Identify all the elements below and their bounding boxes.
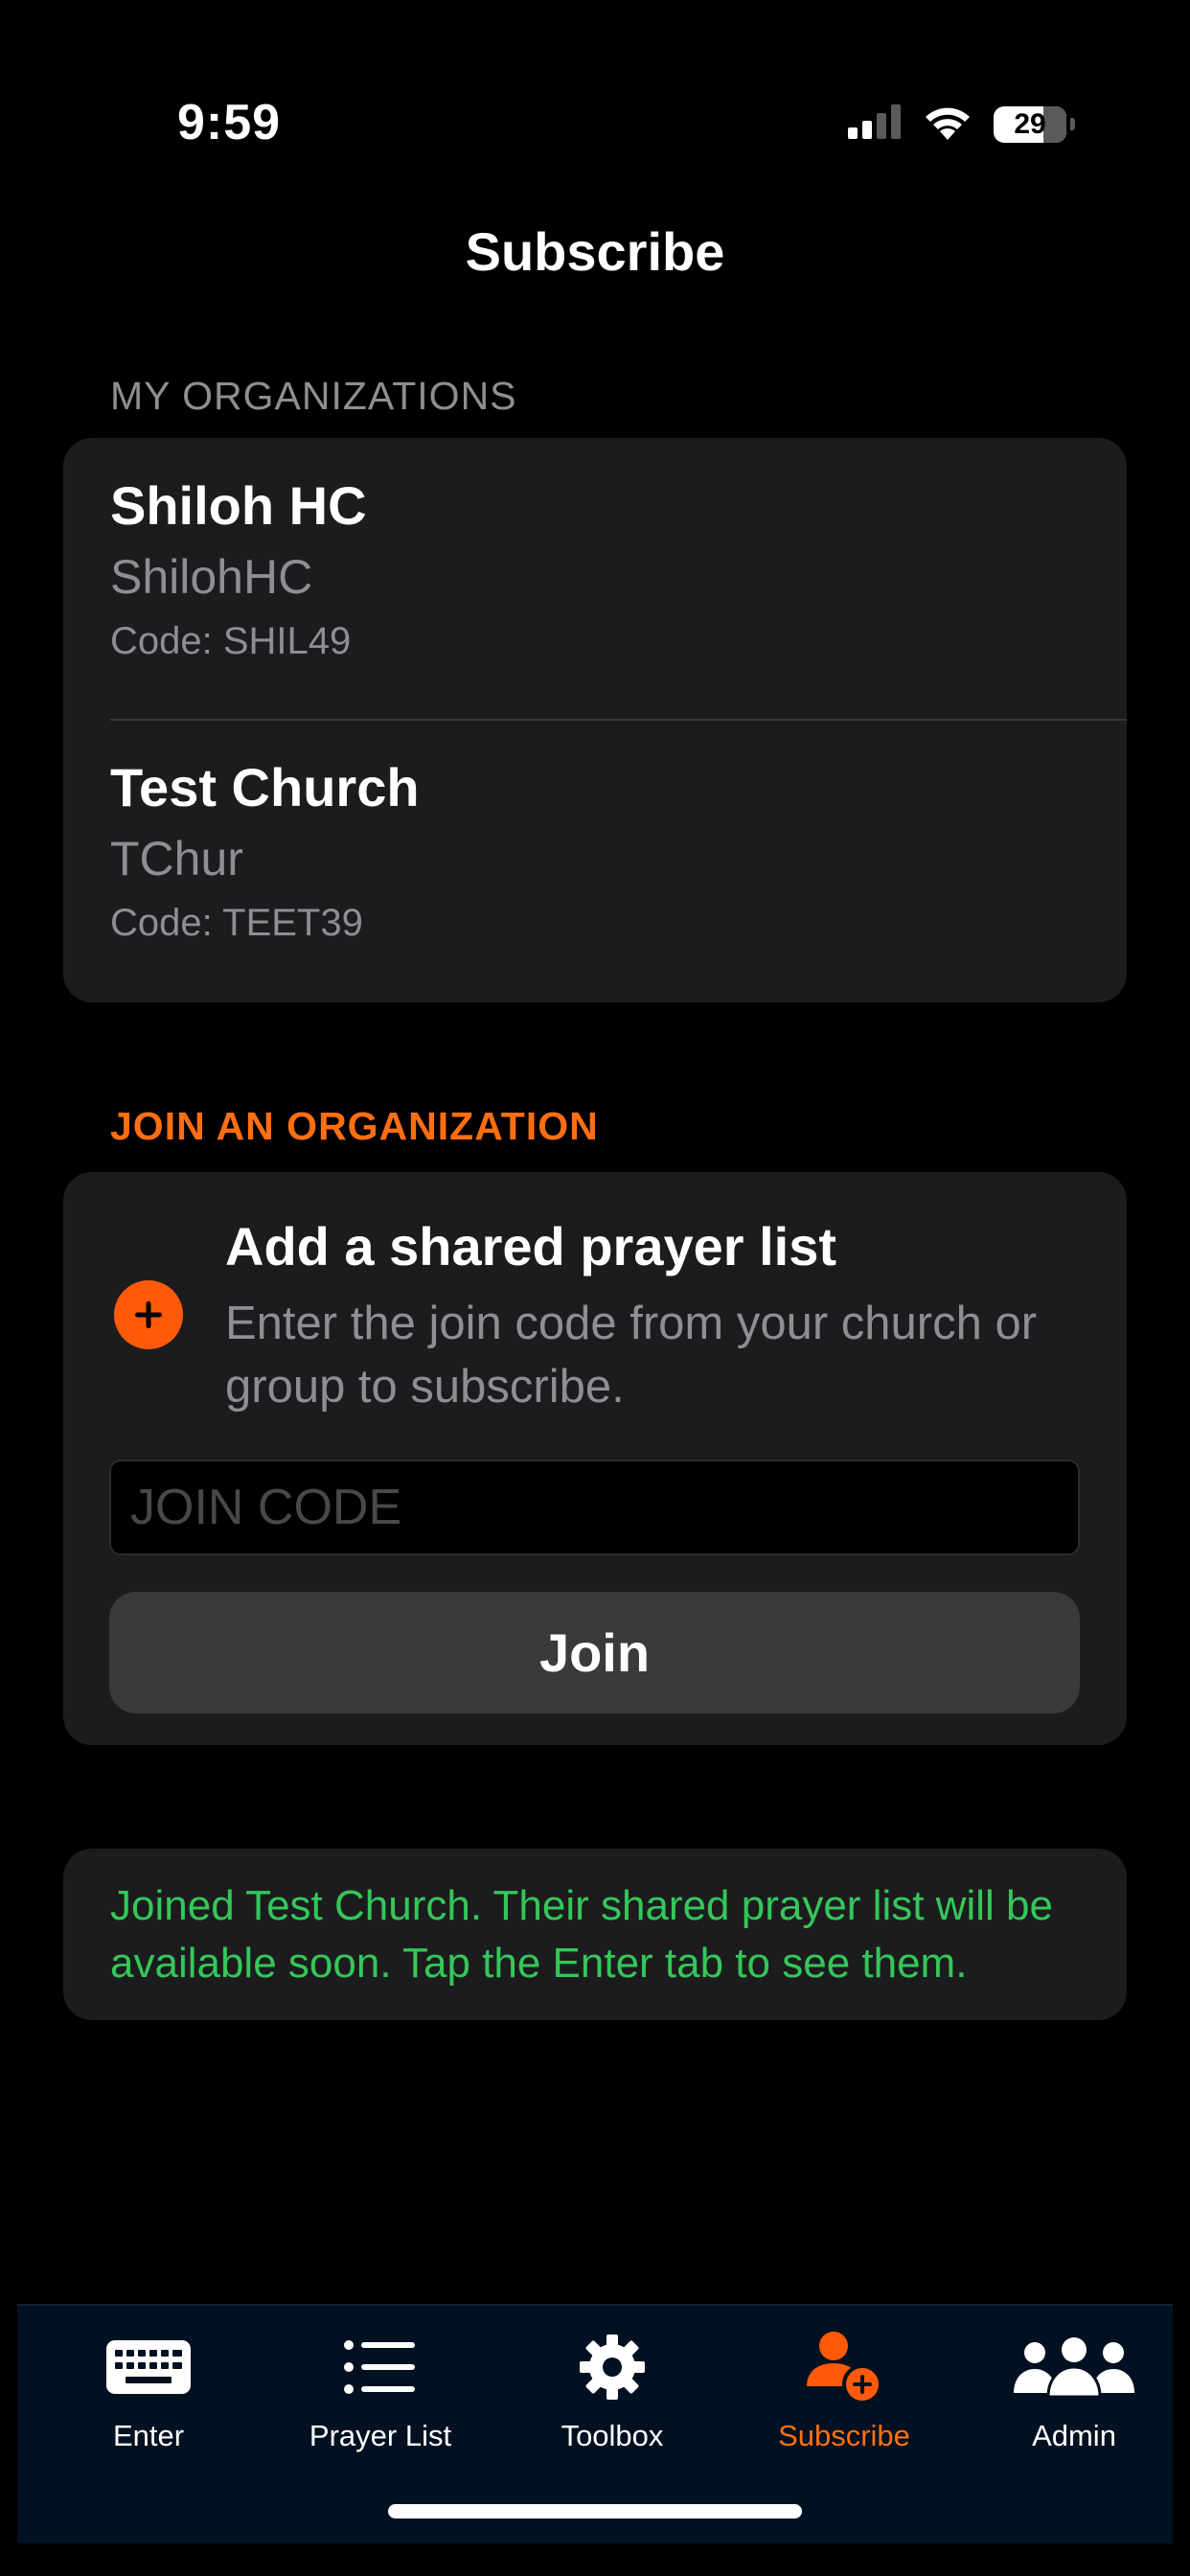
status-message: Joined Test Church. Their shared prayer …: [110, 1882, 1053, 1987]
join-title: Add a shared prayer list: [225, 1216, 837, 1276]
page-title: Subscribe: [465, 221, 725, 282]
keyboard-icon: [106, 2329, 191, 2405]
divider: [110, 719, 1127, 721]
status-message-card: Joined Test Church. Their shared prayer …: [63, 1849, 1127, 2020]
tab-prayer-list[interactable]: Prayer List: [265, 2306, 495, 2469]
tab-admin[interactable]: Admin: [959, 2306, 1189, 2469]
organization-code: Code: SHIL49: [110, 620, 352, 662]
organization-name: Shiloh HC: [110, 475, 367, 536]
join-organization-card: Add a shared prayer list Enter the join …: [63, 1172, 1127, 1745]
gear-icon: [578, 2329, 647, 2405]
tab-enter[interactable]: Enter: [34, 2306, 263, 2469]
person-add-icon: [805, 2329, 883, 2405]
people-icon: [1012, 2329, 1136, 2405]
cellular-signal-icon: [848, 104, 902, 144]
organization-row[interactable]: Shiloh HC ShilohHC Code: SHIL49: [110, 474, 1127, 663]
tab-label: Toolbox: [561, 2419, 664, 2452]
organization-short-name: TChur: [110, 832, 243, 886]
organization-code: Code: TEET39: [110, 902, 363, 944]
plus-circle-icon: [114, 1280, 183, 1349]
organization-row[interactable]: Test Church TChur Code: TEET39: [110, 756, 1127, 945]
status-icons: 29: [848, 104, 1075, 145]
wifi-icon: [923, 104, 973, 145]
status-time: 9:59: [177, 95, 282, 150]
join-code-input[interactable]: [109, 1460, 1080, 1555]
list-icon: [344, 2329, 417, 2405]
my-organizations-header: MY ORGANIZATIONS: [110, 374, 517, 418]
battery-icon: 29: [994, 105, 1066, 143]
organization-short-name: ShilohHC: [110, 550, 313, 604]
tab-label: Prayer List: [309, 2419, 452, 2452]
tab-label: Subscribe: [778, 2419, 910, 2452]
tab-subscribe[interactable]: Subscribe: [729, 2306, 959, 2469]
join-button[interactable]: Join: [109, 1592, 1080, 1714]
tab-label: Enter: [112, 2419, 185, 2452]
home-indicator[interactable]: [388, 2504, 802, 2518]
join-organization-header: JOIN AN ORGANIZATION: [110, 1104, 599, 1148]
tab-toolbox[interactable]: Toolbox: [497, 2306, 727, 2469]
battery-tip: [1070, 118, 1075, 130]
organizations-list: Shiloh HC ShilohHC Code: SHIL49 Test Chu…: [63, 438, 1127, 1002]
join-description: Enter the join code from your church or …: [225, 1298, 1038, 1413]
status-bar: 9:59 29: [0, 0, 1190, 192]
tab-label: Admin: [1032, 2419, 1116, 2452]
battery-level: 29: [1014, 107, 1046, 140]
organization-name: Test Church: [110, 757, 420, 817]
